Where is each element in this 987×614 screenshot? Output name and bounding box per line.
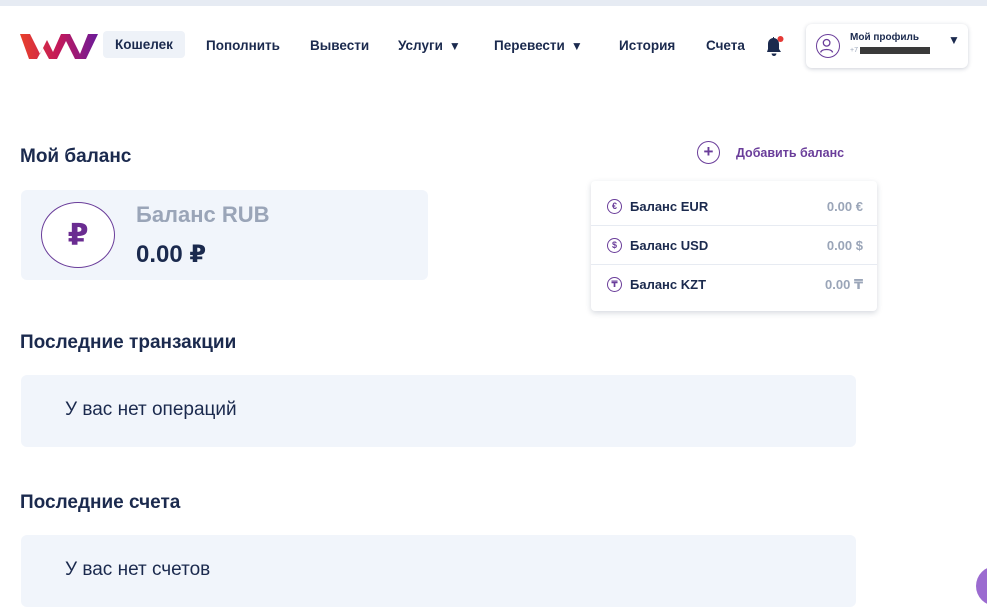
add-balance-button[interactable]: + Добавить баланс: [697, 141, 844, 164]
top-border: [0, 0, 987, 6]
chevron-down-icon: ▼: [570, 39, 583, 53]
chevron-down-icon: ▼: [948, 33, 960, 47]
currency-amount: 0.00 $: [826, 238, 863, 253]
plus-circle-icon: +: [697, 141, 720, 164]
phone-prefix: +7: [850, 47, 858, 54]
rub-balance-card[interactable]: ₽ Баланс RUB 0.00 ₽: [21, 190, 428, 280]
currency-amount: 0.00 ₸: [825, 277, 863, 292]
phone-redacted: [859, 47, 930, 54]
currency-balance-list: € Баланс EUR 0.00 € $ Баланс USD 0.00 $ …: [591, 181, 877, 311]
nav-transfer-label: Перевести: [494, 38, 565, 53]
chevron-down-icon: ▼: [448, 39, 461, 53]
invoices-empty-state: У вас нет счетов: [21, 535, 856, 607]
transactions-heading: Последние транзакции: [20, 332, 237, 353]
profile-label: Мой профиль: [850, 32, 920, 43]
nav-services[interactable]: Услуги ▼: [398, 38, 461, 53]
tenge-icon: ₸: [607, 277, 622, 292]
currency-row-eur[interactable]: € Баланс EUR 0.00 €: [591, 187, 877, 226]
transactions-empty-text: У вас нет операций: [65, 399, 237, 420]
currency-amount: 0.00 €: [826, 199, 863, 214]
nav-wallet[interactable]: Кошелек: [103, 31, 185, 58]
notification-bell-icon[interactable]: [763, 34, 785, 58]
transactions-empty-state: У вас нет операций: [21, 375, 856, 447]
euro-icon: €: [607, 199, 622, 214]
balance-heading: Мой баланс: [20, 146, 132, 167]
notification-dot: [777, 36, 784, 42]
nav-top-up[interactable]: Пополнить: [206, 38, 280, 53]
top-navigation: Кошелек Пополнить Вывести Услуги ▼ Переве…: [0, 20, 987, 76]
currency-name: Баланс KZT: [630, 277, 707, 292]
nav-transfer[interactable]: Перевести ▼: [494, 38, 583, 53]
add-balance-label: Добавить баланс: [736, 145, 845, 160]
chat-widget-button[interactable]: [976, 566, 987, 606]
profile-phone: +7: [850, 47, 930, 54]
profile-menu[interactable]: Мой профиль +7 ▼: [806, 24, 968, 68]
currency-row-kzt[interactable]: ₸ Баланс KZT 0.00 ₸: [591, 265, 877, 304]
currency-name: Баланс EUR: [630, 199, 709, 214]
dollar-icon: $: [607, 238, 622, 253]
invoices-heading: Последние счета: [20, 492, 181, 513]
ruble-icon: ₽: [41, 202, 115, 268]
currency-row-usd[interactable]: $ Баланс USD 0.00 $: [591, 226, 877, 265]
nav-services-label: Услуги: [398, 38, 443, 53]
nav-invoices[interactable]: Счета: [706, 38, 745, 53]
user-avatar-icon: [816, 34, 840, 58]
rub-balance-amount: 0.00 ₽: [136, 241, 207, 268]
nav-history[interactable]: История: [619, 38, 675, 53]
nav-withdraw[interactable]: Вывести: [310, 38, 369, 53]
invoices-empty-text: У вас нет счетов: [65, 559, 211, 580]
ruble-symbol: ₽: [67, 218, 89, 252]
currency-name: Баланс USD: [630, 238, 709, 253]
rub-balance-title: Баланс RUB: [136, 202, 270, 227]
brand-logo[interactable]: [20, 32, 98, 60]
